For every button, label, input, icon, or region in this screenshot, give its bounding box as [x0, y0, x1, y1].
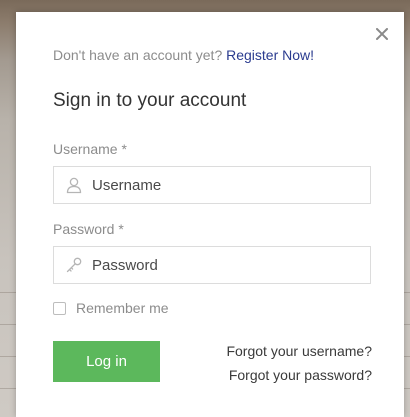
username-input[interactable] — [84, 167, 370, 203]
password-label: Password * — [53, 221, 124, 237]
user-icon — [64, 175, 84, 195]
register-prompt-text: Don't have an account yet? — [53, 47, 223, 63]
forgot-password-link[interactable]: Forgot your password? — [229, 367, 372, 383]
remember-me-checkbox[interactable] — [53, 301, 66, 315]
page-title: Sign in to your account — [53, 90, 247, 111]
password-input[interactable] — [84, 247, 370, 283]
register-link[interactable]: Register Now! — [226, 47, 314, 63]
login-button[interactable]: Log in — [53, 341, 160, 382]
remember-me-label: Remember me — [76, 300, 169, 316]
register-prompt: Don't have an account yet? Register Now! — [53, 47, 314, 63]
login-modal: Don't have an account yet? Register Now!… — [16, 12, 404, 417]
key-icon — [64, 255, 84, 275]
forgot-username-link[interactable]: Forgot your username? — [226, 343, 372, 359]
close-button[interactable] — [374, 26, 390, 42]
username-field[interactable] — [53, 166, 371, 204]
close-icon — [376, 28, 388, 40]
remember-me[interactable]: Remember me — [53, 300, 169, 316]
username-label: Username * — [53, 141, 127, 157]
password-field[interactable] — [53, 246, 371, 284]
